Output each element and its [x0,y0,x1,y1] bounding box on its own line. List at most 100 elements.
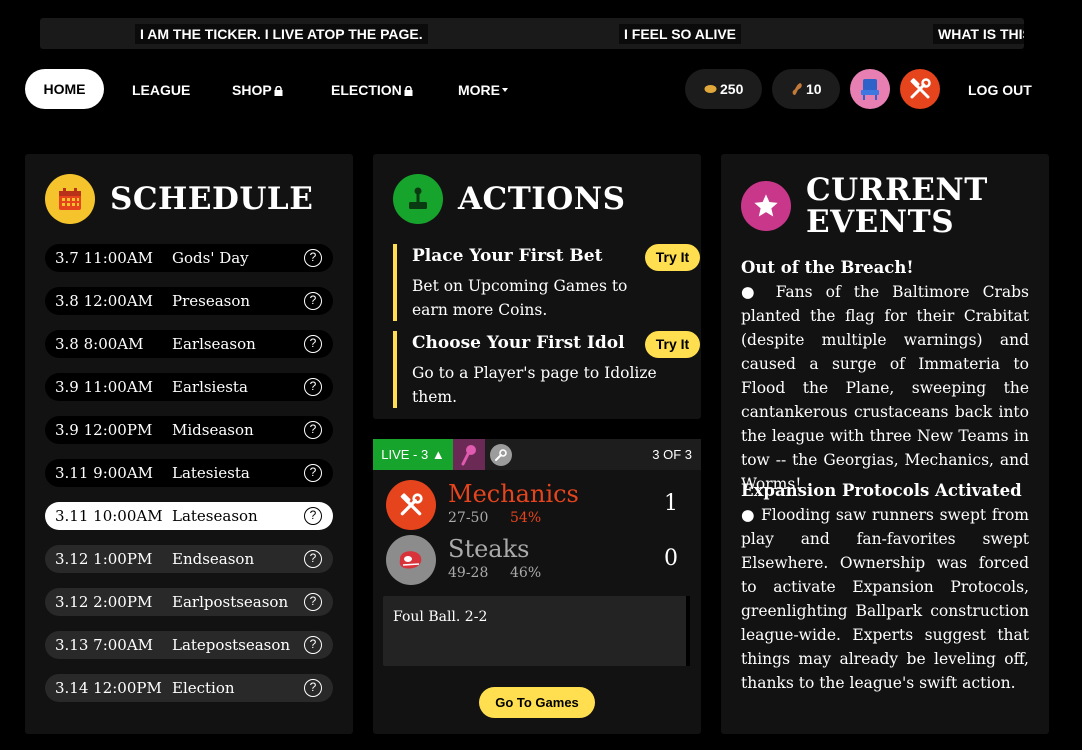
schedule-date: 3.13 7:00AM [55,636,154,654]
help-icon[interactable]: ? [304,550,322,568]
away-team-score: 0 [664,546,678,571]
action-description: Go to a Player's page to Idolize them. [412,364,657,406]
team-logo [386,480,436,530]
schedule-row[interactable]: 3.7 11:00AM Gods' Day? [45,244,333,272]
news-ticker: I AM THE TICKER. I LIVE ATOP THE PAGE. I… [40,18,1024,49]
schedule-row[interactable]: 3.13 7:00AM Latepostseason? [45,631,333,659]
favorite-team-button[interactable] [900,69,940,109]
schedule-phase: Lateseason [172,507,258,525]
schedule-phase: Latesiesta [172,464,250,482]
schedule-date: 3.14 12:00PM [55,679,162,697]
help-icon[interactable]: ? [304,679,322,697]
schedule-row[interactable]: 3.12 1:00PM Endseason? [45,545,333,573]
lock-icon [274,86,283,96]
help-icon[interactable]: ? [304,593,322,611]
event-body: ● Fans of the Baltimore Crabs planted th… [741,283,1029,493]
live-badge: LIVE - 3 ▲ [373,439,453,470]
nav-election-label: ELECTION [331,82,402,98]
help-icon[interactable]: ? [304,464,322,482]
schedule-date: 3.11 9:00AM [55,464,154,482]
away-team-record: 49-28 [448,565,489,581]
schedule-title: SCHEDULE [110,181,314,217]
nav-election[interactable]: ELECTION [331,80,413,100]
last-play-box: Foul Ball. 2-2 [383,596,690,666]
away-team-odds: 46% [510,565,542,581]
schedule-row[interactable]: 3.11 10:00AM Lateseason? [45,502,333,530]
microphone-icon[interactable] [453,439,485,470]
schedule-row[interactable]: 3.12 2:00PM Earlpostseason? [45,588,333,616]
schedule-date: 3.8 8:00AM [55,335,144,353]
help-icon[interactable]: ? [304,292,322,310]
event-heading: Out of the Breach! [741,258,914,277]
event-body: ● Flooding saw runners swept from play a… [741,506,1029,692]
title-line: EVENTS [806,204,955,240]
schedule-phase: Gods' Day [172,249,249,267]
try-it-button[interactable]: Try It [645,244,700,271]
votes-pill[interactable]: 10 [772,69,840,109]
avatar[interactable] [850,69,890,109]
nav-shop-label: SHOP [232,82,272,98]
schedule-row[interactable]: 3.11 9:00AM Latesiesta? [45,459,333,487]
schedule-date: 3.11 10:00AM [55,507,163,525]
stadium-seat-icon [861,79,879,100]
nav-more-label: MORE [458,82,500,98]
help-icon[interactable]: ? [304,249,322,267]
ticker-item: WHAT IS THIS [933,24,1024,44]
home-team-record: 27-50 [448,510,489,526]
schedule-row[interactable]: 3.9 11:00AM Earlsiesta? [45,373,333,401]
last-play-text: Foul Ball. 2-2 [393,609,488,625]
action-choose-idol: Choose Your First Idol Try It Go to a Pl… [393,331,700,408]
joystick-icon [393,174,443,224]
try-it-button[interactable]: Try It [645,331,700,358]
nav-shop[interactable]: SHOP [232,80,283,100]
home-team-name[interactable]: Mechanics [448,480,579,508]
schedule-row[interactable]: 3.14 12:00PM Election? [45,674,333,702]
help-icon[interactable]: ? [304,335,322,353]
steak-icon [399,551,422,569]
nav-more[interactable]: MORE [458,80,508,100]
team-logo [386,535,436,585]
schedule-phase: Endseason [172,550,255,568]
title-line: CURRENT [806,172,988,208]
help-icon[interactable]: ? [304,636,322,654]
wrench-icon[interactable] [490,444,512,466]
schedule-date: 3.7 11:00AM [55,249,154,267]
game-header: LIVE - 3 ▲ 3 OF 3 [373,439,701,470]
schedule-row[interactable]: 3.8 8:00AM Earlseason? [45,330,333,358]
help-icon[interactable]: ? [304,378,322,396]
logout-label: LOG OUT [968,82,1032,98]
actions-card: ACTIONS Place Your First Bet Try It Bet … [373,154,701,419]
schedule-date: 3.12 1:00PM [55,550,153,568]
coins-pill[interactable]: 250 [685,69,762,109]
home-team-score: 1 [664,491,678,516]
schedule-phase: Election [172,679,235,697]
schedule-row[interactable]: 3.8 12:00AM Preseason? [45,287,333,315]
lock-icon [404,86,413,96]
schedule-phase: Preseason [172,292,251,310]
help-icon[interactable]: ? [304,507,322,525]
logout-link[interactable]: LOG OUT [968,80,1032,100]
schedule-date: 3.9 11:00AM [55,378,154,396]
schedule-phase: Earlsiesta [172,378,248,396]
action-place-bet: Place Your First Bet Try It Bet on Upcom… [393,244,700,321]
schedule-card: SCHEDULE 3.7 11:00AM Gods' Day? 3.8 12:00A… [25,154,353,734]
help-icon[interactable]: ? [304,421,322,439]
scrollbar[interactable] [686,596,690,666]
go-to-games-button[interactable]: Go To Games [479,687,595,718]
home-team-odds: 54% [510,510,542,526]
action-description: Bet on Upcoming Games to earn more Coins… [412,277,628,319]
nav-league[interactable]: LEAGUE [132,80,190,100]
schedule-row[interactable]: 3.9 12:00PM Midseason? [45,416,333,444]
nav-home[interactable]: HOME [25,69,104,109]
wrench-hammer-icon [910,78,931,99]
ticker-item: I FEEL SO ALIVE [619,24,742,44]
coin-icon [704,85,717,93]
chevron-down-icon [502,88,508,92]
live-game-widget[interactable]: LIVE - 3 ▲ 3 OF 3 Mechanics 27-50 54% 1 … [373,439,701,734]
action-title: Place Your First Bet [412,246,603,266]
schedule-phase: Earlpostseason [172,593,289,611]
nav-league-label: LEAGUE [132,82,191,98]
peanut-icon [792,83,802,95]
ticker-item: I AM THE TICKER. I LIVE ATOP THE PAGE. [135,24,428,44]
away-team-name[interactable]: Steaks [448,535,529,563]
